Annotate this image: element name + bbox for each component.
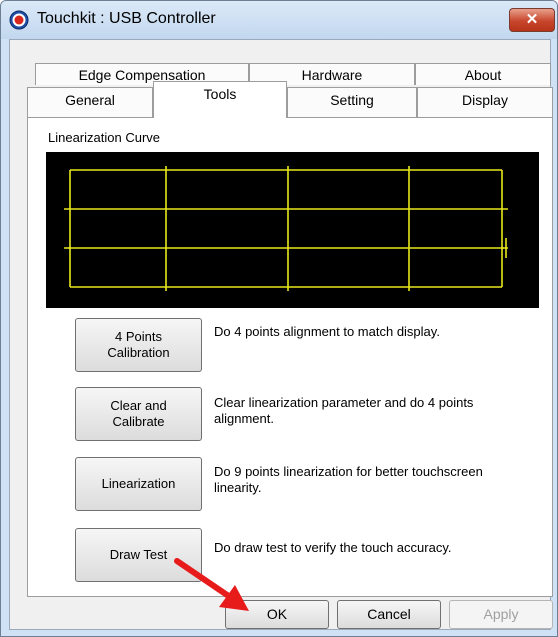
tab-general[interactable]: General: [27, 87, 153, 117]
draw-test-description: Do draw test to verify the touch accurac…: [214, 540, 452, 555]
close-icon: ✕: [525, 11, 539, 28]
tab-label: Tools: [203, 86, 237, 102]
button-label: Draw Test: [109, 547, 168, 562]
close-button[interactable]: ✕: [509, 8, 555, 32]
title-bar: Touchkit : USB Controller ✕: [1, 1, 557, 39]
button-label: Linearization: [101, 476, 176, 491]
tab-setting[interactable]: Setting: [287, 87, 417, 117]
tab-label: Hardware: [301, 67, 363, 83]
touchkit-app-icon: [9, 10, 29, 30]
four-points-calibration-description: Do 4 points alignment to match display.: [214, 324, 440, 339]
apply-button[interactable]: Apply: [449, 600, 553, 629]
four-points-calibration-button[interactable]: 4 Points Calibration: [75, 318, 202, 372]
tab-label: Display: [462, 92, 508, 108]
linearization-button[interactable]: Linearization: [75, 457, 202, 511]
dialog-window: Touchkit : USB Controller ✕ Edge Compens…: [0, 0, 558, 637]
tab-label: About: [464, 67, 502, 83]
cancel-button[interactable]: Cancel: [337, 600, 441, 629]
tab-label: General: [65, 92, 115, 108]
tab-label: Setting: [330, 92, 374, 108]
tab-tools[interactable]: Tools: [153, 81, 287, 118]
tools-panel: Linearization Curve 4 Points Calibration…: [27, 117, 553, 597]
linearization-curve-canvas: [46, 152, 539, 308]
tab-about[interactable]: About: [415, 63, 551, 85]
cancel-label: Cancel: [367, 606, 411, 622]
button-label: Clear and Calibrate: [110, 398, 167, 429]
apply-label: Apply: [483, 606, 519, 622]
clear-and-calibrate-description: Clear linearization parameter and do 4 p…: [214, 395, 474, 426]
linearization-curve-label: Linearization Curve: [48, 130, 161, 145]
window-title: Touchkit : USB Controller: [37, 10, 216, 27]
button-label: 4 Points Calibration: [107, 329, 170, 360]
linearization-grid: [64, 166, 508, 291]
linearization-description: Do 9 points linearization for better tou…: [214, 464, 483, 495]
ok-label: OK: [266, 606, 288, 622]
clear-and-calibrate-button[interactable]: Clear and Calibrate: [75, 387, 202, 441]
grid-line: [64, 208, 508, 249]
red-arrow-icon: [174, 558, 249, 611]
tab-display[interactable]: Display: [417, 87, 553, 117]
